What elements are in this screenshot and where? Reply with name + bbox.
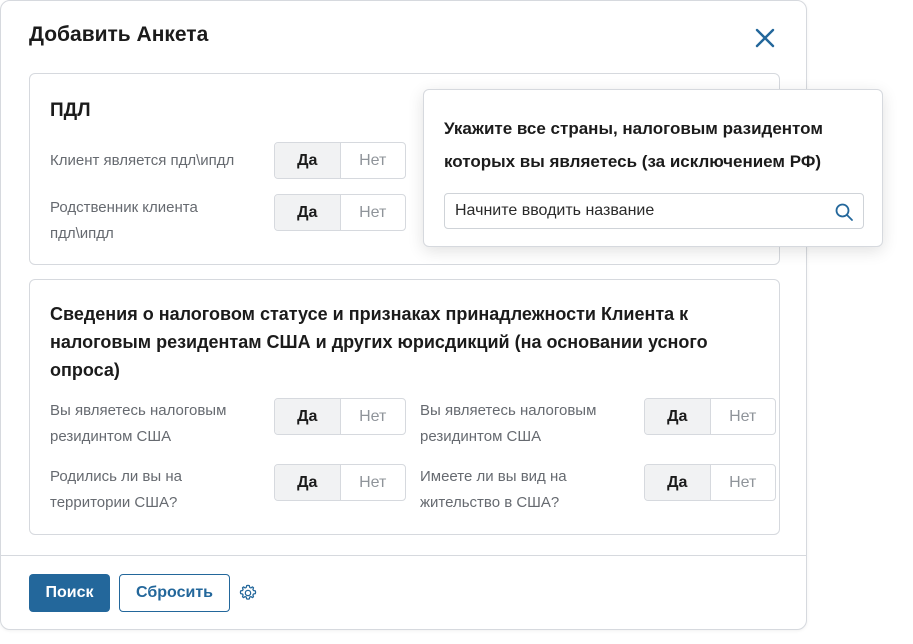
- pdl-client-toggle: Да Нет: [274, 142, 406, 179]
- no-option[interactable]: Нет: [341, 465, 406, 500]
- tax-status-section: Сведения о налоговом статусе и признаках…: [29, 279, 780, 535]
- us-tax-resident-toggle-2: Да Нет: [644, 398, 776, 435]
- yes-option[interactable]: Да: [275, 143, 341, 178]
- yes-option[interactable]: Да: [275, 399, 341, 434]
- no-option[interactable]: Нет: [711, 465, 776, 500]
- no-option[interactable]: Нет: [711, 399, 776, 434]
- no-option[interactable]: Нет: [341, 143, 406, 178]
- pdl-relative-label: Родственник клиента пдл\ипдл: [50, 199, 198, 242]
- tax-section-title: Сведения о налоговом статусе и признаках…: [50, 304, 708, 380]
- yes-option[interactable]: Да: [275, 195, 341, 230]
- popover-title: Укажите все страны, налоговым разидентом…: [444, 119, 823, 171]
- us-tax-resident-label-2: Вы являетесь налоговым резидинтом США: [420, 402, 597, 445]
- pdl-relative-toggle: Да Нет: [274, 194, 406, 231]
- us-tax-resident-label: Вы являетесь налоговым резидинтом США: [50, 402, 227, 445]
- us-tax-resident-toggle: Да Нет: [274, 398, 406, 435]
- footer-divider: [1, 555, 806, 556]
- no-option[interactable]: Нет: [341, 399, 406, 434]
- reset-button[interactable]: Сбросить: [119, 574, 230, 612]
- country-search-input[interactable]: Начните вводить название: [444, 193, 864, 229]
- close-icon: [755, 28, 775, 48]
- yes-option[interactable]: Да: [645, 465, 711, 500]
- no-option[interactable]: Нет: [341, 195, 406, 230]
- pdl-client-label: Клиент является пдл\ипдл: [50, 152, 235, 169]
- gear-icon[interactable]: [238, 583, 258, 603]
- yes-option[interactable]: Да: [275, 465, 341, 500]
- born-in-us-label: Родились ли вы на территории США?: [50, 468, 182, 511]
- yes-option[interactable]: Да: [645, 399, 711, 434]
- search-icon[interactable]: [834, 202, 854, 222]
- born-in-us-toggle: Да Нет: [274, 464, 406, 501]
- search-button[interactable]: Поиск: [29, 574, 110, 612]
- pdl-section-title: ПДЛ: [50, 100, 91, 121]
- us-residence-permit-toggle: Да Нет: [644, 464, 776, 501]
- country-search-value: Начните вводить название: [455, 202, 655, 219]
- close-button[interactable]: [753, 26, 777, 50]
- dialog-title: Добавить Анкета: [29, 23, 209, 46]
- us-residence-permit-label: Имеете ли вы вид на жительство в США?: [420, 468, 567, 511]
- tax-countries-popover: Укажите все страны, налоговым разидентом…: [423, 89, 883, 247]
